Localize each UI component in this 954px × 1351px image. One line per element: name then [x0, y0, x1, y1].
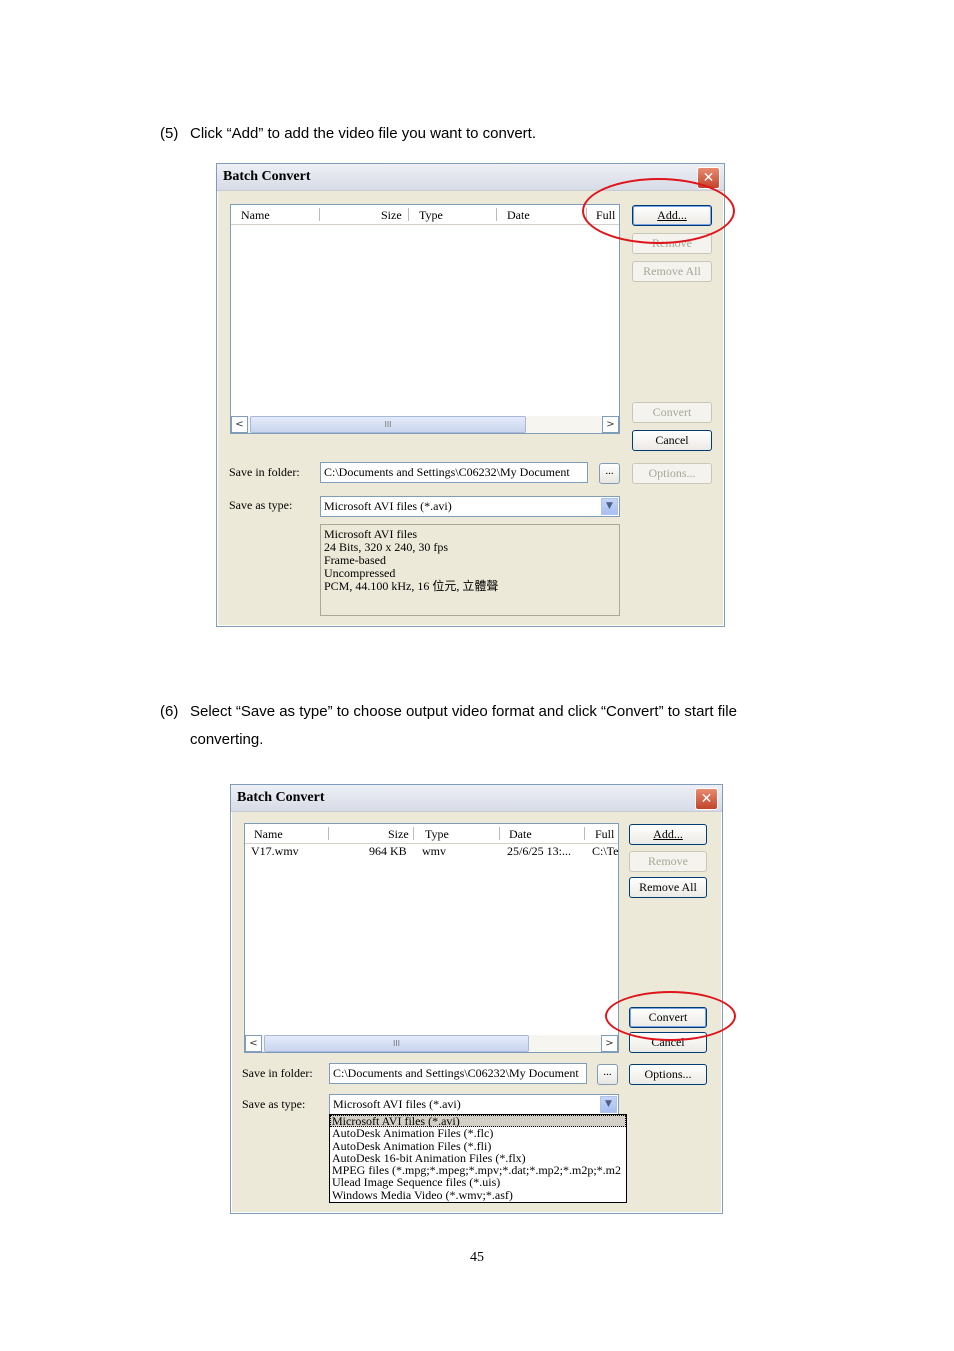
- dropdown-option[interactable]: AutoDesk Animation Files (*.flc): [330, 1127, 626, 1140]
- add-button-label: Add...: [653, 827, 683, 841]
- options-button[interactable]: Options...: [632, 463, 712, 484]
- horizontal-scrollbar[interactable]: < III >: [245, 1035, 618, 1052]
- save-as-type-value: Microsoft AVI files (*.avi): [333, 1097, 461, 1111]
- convert-button-label: Convert: [652, 405, 692, 419]
- remove-all-button-label: Remove All: [643, 264, 701, 278]
- format-info-box: Microsoft AVI files 24 Bits, 320 x 240, …: [320, 524, 620, 616]
- column-full[interactable]: Full: [595, 827, 614, 842]
- save-folder-field[interactable]: C:\Documents and Settings\C06232\My Docu…: [320, 462, 588, 483]
- convert-button[interactable]: Convert: [632, 402, 712, 423]
- step-5-number: (5): [160, 125, 179, 142]
- scroll-left-icon[interactable]: <: [231, 416, 248, 433]
- cell-name: V17.wmv: [251, 844, 299, 858]
- browse-folder-button[interactable]: ...: [597, 1064, 618, 1085]
- horizontal-scrollbar[interactable]: < III >: [231, 416, 619, 433]
- cancel-button-label: Cancel: [655, 433, 689, 447]
- cell-full: C:\Te: [592, 844, 619, 858]
- column-divider: [584, 827, 585, 840]
- column-name[interactable]: Name: [241, 208, 270, 223]
- add-button[interactable]: Add...: [629, 824, 707, 845]
- column-size[interactable]: Size: [388, 827, 409, 842]
- column-divider: [319, 208, 320, 221]
- column-date[interactable]: Date: [507, 208, 530, 223]
- column-divider: [413, 827, 414, 840]
- cancel-button[interactable]: Cancel: [632, 430, 712, 451]
- file-list[interactable]: Name Size Type Date Full V17.wmv 964 KB …: [244, 823, 619, 1053]
- close-icon[interactable]: ✕: [695, 788, 718, 810]
- cell-date: 25/6/25 13:...: [507, 844, 572, 858]
- step-6-text-line2: converting.: [190, 731, 264, 748]
- browse-folder-button[interactable]: ...: [599, 463, 620, 484]
- scroll-right-icon[interactable]: >: [602, 416, 619, 433]
- dialog-title: Batch Convert: [223, 169, 311, 184]
- column-divider: [499, 827, 500, 840]
- dialog-titlebar: Batch Convert ✕: [231, 785, 722, 812]
- options-button-label: Options...: [648, 466, 696, 480]
- cell-type: wmv: [422, 844, 446, 858]
- scroll-right-icon[interactable]: >: [601, 1035, 618, 1052]
- scroll-left-icon[interactable]: <: [245, 1035, 262, 1052]
- column-divider: [328, 827, 329, 840]
- column-size[interactable]: Size: [381, 208, 402, 223]
- highlight-circle-add: [582, 178, 735, 244]
- save-as-type-label: Save as type:: [242, 1097, 306, 1111]
- remove-button[interactable]: Remove: [629, 851, 707, 872]
- step-5: (5) Click “Add” to add the video file yo…: [160, 120, 860, 148]
- dialog-title: Batch Convert: [237, 790, 325, 805]
- info-line: PCM, 44.100 kHz, 16 位元, 立體聲: [324, 579, 499, 593]
- page-number: 45: [470, 1250, 484, 1265]
- column-date[interactable]: Date: [509, 827, 532, 842]
- cell-size: 964 KB: [369, 844, 407, 858]
- save-as-type-select[interactable]: Microsoft AVI files (*.avi) ▼: [320, 496, 620, 517]
- options-button[interactable]: Options...: [629, 1064, 707, 1085]
- step-6-text-line1: Select “Save as type” to choose output v…: [190, 703, 737, 720]
- remove-button-label: Remove: [648, 854, 688, 868]
- column-type[interactable]: Type: [419, 208, 443, 223]
- remove-all-button-label: Remove All: [639, 880, 697, 894]
- column-name[interactable]: Name: [254, 827, 283, 842]
- chevron-down-icon[interactable]: ▼: [600, 1096, 617, 1113]
- table-row[interactable]: V17.wmv 964 KB wmv 25/6/25 13:... C:\Te: [245, 844, 618, 859]
- file-list[interactable]: Name Size Type Date Full < III >: [230, 204, 620, 434]
- chevron-down-icon[interactable]: ▼: [601, 498, 618, 515]
- step-6-number: (6): [160, 703, 179, 720]
- save-as-type-select[interactable]: Microsoft AVI files (*.avi) ▼: [329, 1094, 619, 1115]
- save-as-type-dropdown-list[interactable]: Microsoft AVI files (*.avi) AutoDesk Ani…: [329, 1114, 627, 1203]
- save-in-folder-label: Save in folder:: [242, 1066, 313, 1080]
- save-folder-field[interactable]: C:\Documents and Settings\C06232\My Docu…: [329, 1063, 587, 1084]
- save-as-type-label: Save as type:: [229, 498, 293, 512]
- dropdown-option[interactable]: Windows Media Video (*.wmv;*.asf): [330, 1188, 626, 1201]
- column-divider: [408, 208, 409, 221]
- file-list-header: Name Size Type Date Full: [231, 205, 619, 225]
- highlight-circle-convert: [605, 991, 736, 1041]
- column-type[interactable]: Type: [425, 827, 449, 842]
- save-in-folder-label: Save in folder:: [229, 465, 300, 479]
- dropdown-option[interactable]: Ulead Image Sequence files (*.uis): [330, 1176, 626, 1189]
- scroll-thumb[interactable]: III: [264, 1035, 529, 1052]
- options-button-label: Options...: [644, 1067, 692, 1081]
- column-divider: [496, 208, 497, 221]
- step-6: (6) Select “Save as type” to choose outp…: [160, 698, 880, 754]
- remove-all-button[interactable]: Remove All: [629, 877, 707, 898]
- file-list-header: Name Size Type Date Full: [245, 824, 618, 844]
- scroll-thumb[interactable]: III: [250, 416, 526, 433]
- save-as-type-value: Microsoft AVI files (*.avi): [324, 499, 452, 513]
- remove-all-button[interactable]: Remove All: [632, 261, 712, 282]
- step-5-text: Click “Add” to add the video file you wa…: [190, 125, 537, 142]
